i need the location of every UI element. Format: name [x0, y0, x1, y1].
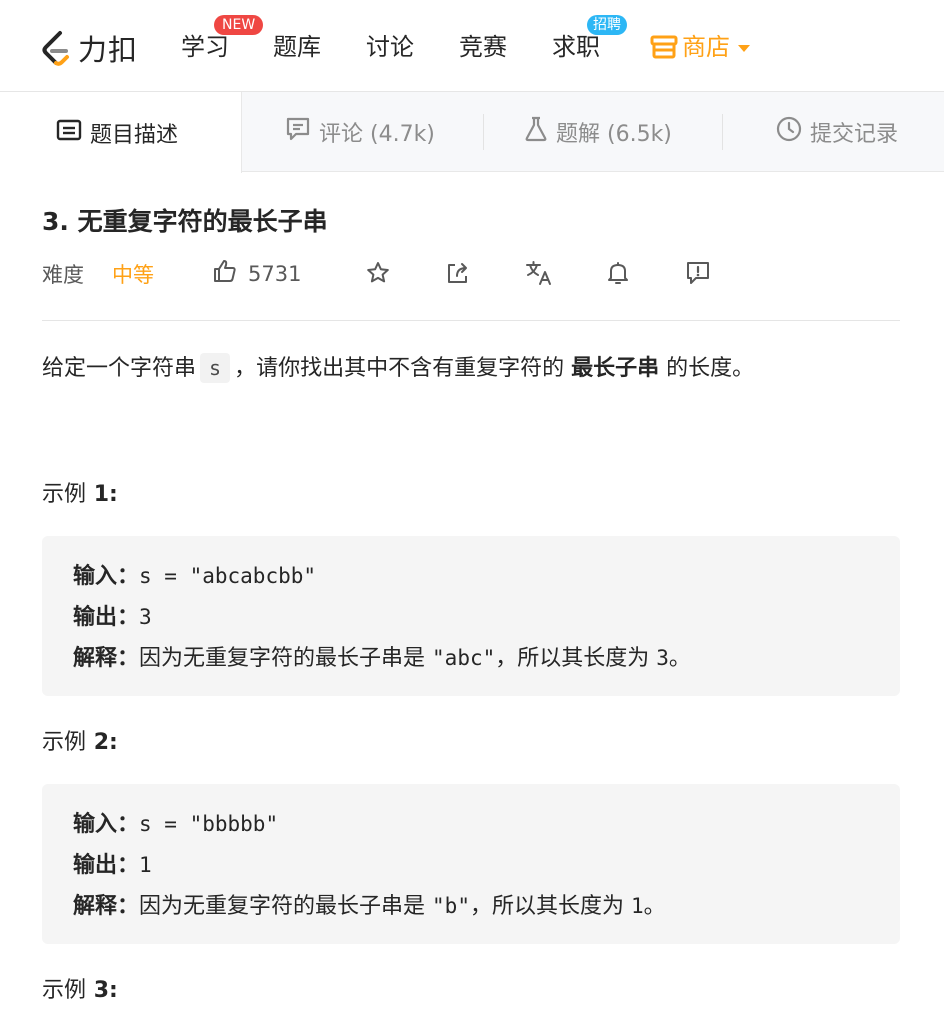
thumbs-up-icon [212, 258, 248, 289]
difficulty-value: 中等 [112, 263, 154, 287]
share-icon[interactable] [445, 260, 471, 290]
star-icon[interactable] [365, 260, 391, 290]
tab-description-label: 题目描述 [90, 122, 179, 148]
problem-meta-bar: 难度 中等 5731 [42, 256, 900, 292]
nav-item-store[interactable]: 商店 [650, 31, 750, 63]
clock-icon [776, 116, 810, 148]
like-count: 5731 [248, 261, 302, 286]
example-2-box: 输入：s = "bbbbb" 输出：1 解释：因为无重复字符的最长子串是 "b"… [42, 784, 900, 944]
feedback-icon[interactable] [685, 260, 711, 290]
nav-item-jobs[interactable]: 求职 [552, 31, 600, 63]
bell-icon[interactable] [605, 260, 631, 290]
caret-down-icon [738, 44, 750, 52]
flask-icon [524, 116, 556, 148]
example-1-box: 输入：s = "abcabcbb" 输出：3 解释：因为无重复字符的最长子串是 … [42, 536, 900, 696]
divider [42, 320, 900, 321]
example-input: 输入：s = "bbbbb" [73, 812, 279, 837]
example-output: 输出：3 [73, 605, 152, 630]
translate-icon[interactable] [525, 260, 553, 290]
description-bold: 最长子串 [571, 356, 660, 381]
nav-item-discuss[interactable]: 讨论 [366, 31, 414, 63]
top-navbar: 力扣 学习 NEW 题库 讨论 竞赛 求职 招聘 商店 [0, 0, 944, 92]
difficulty-label: 难度 [42, 263, 84, 287]
example-2-title: 示例 2: [42, 730, 118, 755]
tab-comments[interactable]: 评论 (4.7k) [285, 92, 435, 172]
store-icon [650, 34, 678, 60]
problem-description: 给定一个字符串 s ，请你找出其中不含有重复字符的 最长子串 的长度。 [42, 348, 754, 389]
like-button[interactable]: 5731 [212, 258, 301, 289]
jobs-badge: 招聘 [587, 15, 627, 35]
example-explanation: 解释：因为无重复字符的最长子串是 "abc"，所以其长度为 3。 [73, 646, 691, 671]
example-output: 输出：1 [73, 853, 152, 878]
description-text: 的长度。 [666, 356, 755, 381]
comment-icon [285, 116, 319, 148]
tab-submissions-label: 提交记录 [810, 122, 899, 147]
description-text: 给定一个字符串 [42, 356, 197, 381]
description-text: ，请你找出其中不含有重复字符的 [234, 356, 565, 381]
problem-title: 3. 无重复字符的最长子串 [42, 207, 328, 236]
logo-text: 力扣 [78, 33, 139, 67]
inline-code: s [200, 353, 231, 383]
tab-divider [722, 114, 723, 150]
tab-submissions[interactable]: 提交记录 [776, 92, 898, 172]
problem-tabs: 题目描述 评论 (4.7k) 题解 (6.5k) 提交记录 [0, 92, 944, 173]
new-badge: NEW [214, 15, 264, 35]
example-3-title: 示例 3: [42, 978, 118, 1003]
nav-item-learn[interactable]: 学习 [181, 31, 229, 63]
nav-item-contest[interactable]: 竞赛 [459, 31, 507, 63]
tab-divider [483, 114, 484, 150]
store-label: 商店 [682, 33, 730, 61]
example-1-title: 示例 1: [42, 482, 118, 507]
nav-item-problems[interactable]: 题库 [273, 31, 321, 63]
logo[interactable]: 力扣 [40, 28, 138, 68]
tab-solutions[interactable]: 题解 (6.5k) [524, 92, 672, 172]
example-input: 输入：s = "abcabcbb" [73, 564, 317, 589]
example-explanation: 解释：因为无重复字符的最长子串是 "b"，所以其长度为 1。 [73, 894, 666, 919]
tab-comments-label: 评论 (4.7k) [319, 122, 435, 147]
tab-description[interactable]: 题目描述 [0, 92, 242, 173]
description-icon [56, 119, 90, 147]
tab-solutions-label: 题解 (6.5k) [556, 122, 672, 147]
leetcode-logo-icon [40, 30, 74, 66]
